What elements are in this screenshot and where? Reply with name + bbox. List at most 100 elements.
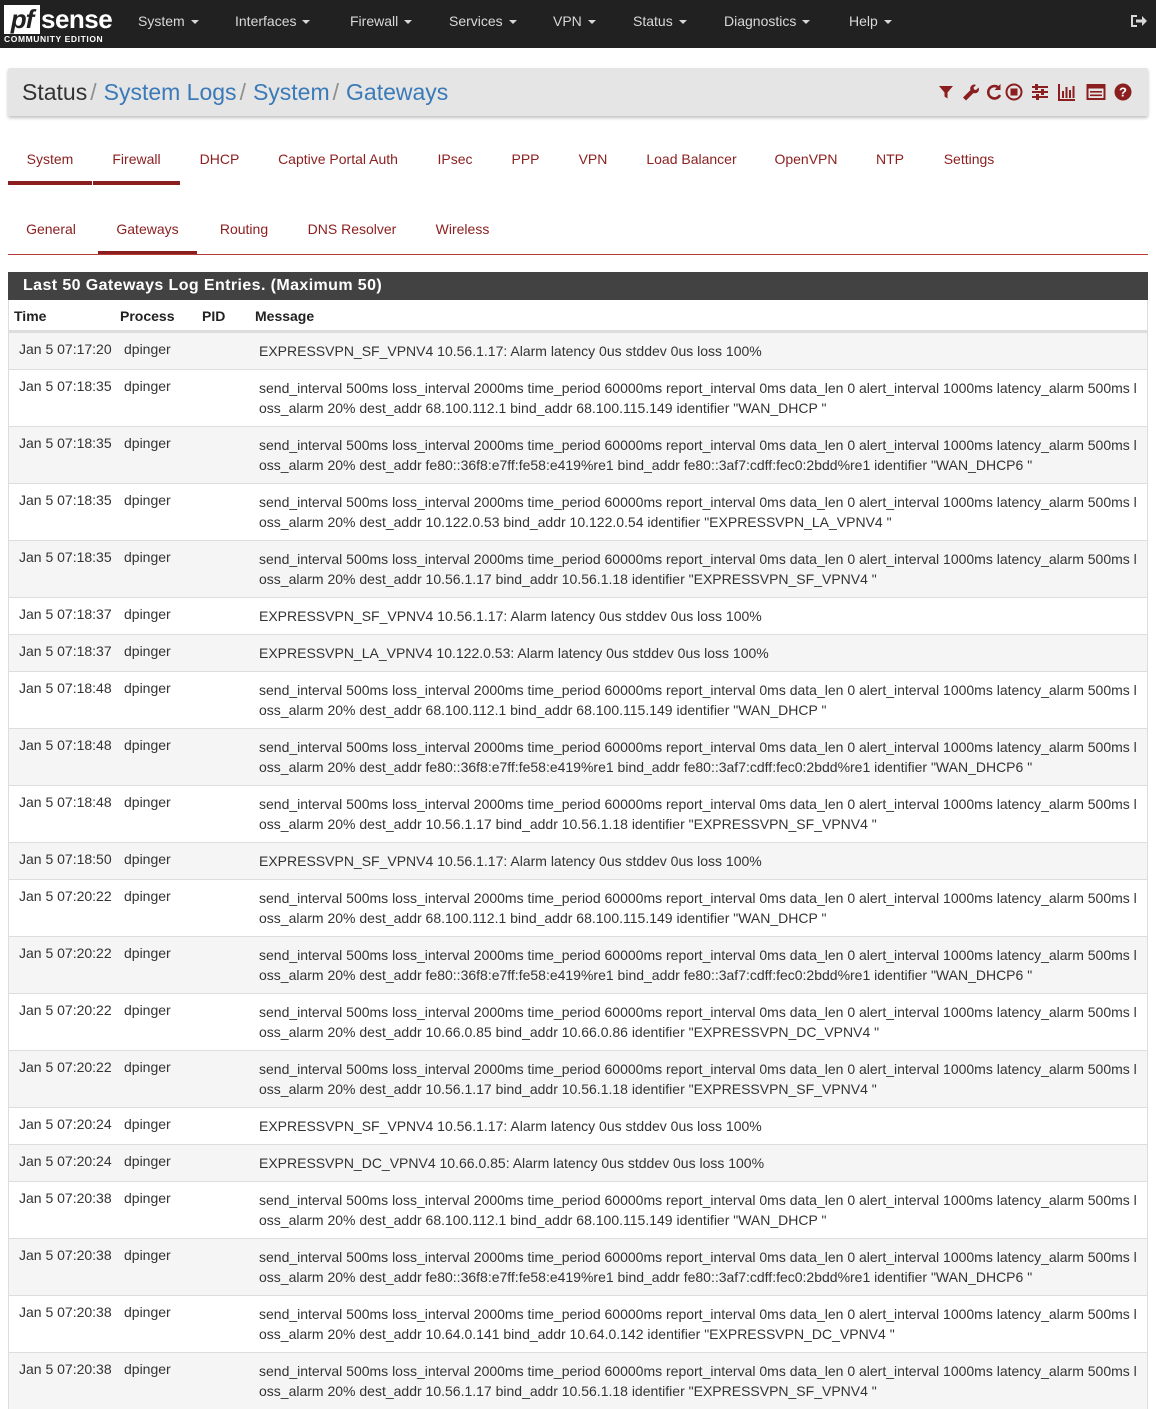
column-header-message[interactable]: Message [255, 308, 314, 324]
caret-down-icon [587, 20, 596, 25]
log-message: EXPRESSVPN_SF_VPNV4 10.56.1.17: Alarm la… [259, 853, 762, 869]
log-process: dpinger [124, 1361, 171, 1377]
breadcrumb-status: Status [22, 79, 88, 105]
log-time: Jan 5 07:20:24 [19, 1153, 112, 1169]
table-row: Jan 5 07:20:22 dpinger send_interval 500ms… [9, 1050, 1147, 1107]
wrench-icon[interactable] [960, 82, 980, 102]
table-row: Jan 5 07:18:35 dpinger send_interval 500ms… [9, 540, 1147, 597]
log-time: Jan 5 07:20:22 [19, 888, 112, 904]
tab-ppp[interactable]: PPP [493, 146, 558, 167]
log-message: EXPRESSVPN_DC_VPNV4 10.66.0.85: Alarm la… [259, 1155, 765, 1171]
tab-captive-portal-auth[interactable]: Captive Portal Auth [259, 146, 417, 167]
column-header-process[interactable]: Process [120, 308, 174, 324]
table-row: Jan 5 07:18:35 dpinger send_interval 500ms… [9, 426, 1147, 483]
logo-sense: sense [41, 4, 113, 34]
nav-menu-label: Services [449, 13, 503, 29]
log-time: Jan 5 07:17:20 [19, 341, 112, 357]
stop-icon[interactable] [1004, 82, 1024, 102]
tab-gateways[interactable]: Gateways [98, 216, 197, 255]
filter-icon[interactable] [936, 82, 956, 102]
table-row: Jan 5 07:18:37 dpinger EXPRESSVPN_LA_VPNV4… [9, 634, 1147, 671]
tab-openvpn[interactable]: OpenVPN [755, 146, 857, 167]
log-time: Jan 5 07:20:38 [19, 1247, 112, 1263]
help-icon[interactable]: ? [1113, 82, 1133, 102]
top-navbar: pf sense COMMUNITY EDITION System Interf… [0, 0, 1156, 48]
nav-menu-label: Firewall [350, 13, 399, 29]
log-process: dpinger [124, 341, 171, 357]
log-time: Jan 5 07:18:35 [19, 435, 112, 451]
nav-menu-system[interactable]: System [138, 0, 199, 48]
log-message: send_interval 500ms loss_interval 2000ms… [259, 739, 1137, 775]
column-header-time[interactable]: Time [14, 308, 46, 324]
header-actions: ? [936, 82, 1136, 102]
log-process: dpinger [124, 1002, 171, 1018]
log-process: dpinger [124, 1153, 171, 1169]
nav-menu-label: Help [849, 13, 878, 29]
log-process: dpinger [124, 1116, 171, 1132]
bar-chart-icon[interactable] [1057, 82, 1077, 102]
log-time: Jan 5 07:20:22 [19, 945, 112, 961]
nav-menu-label: Status [633, 13, 673, 29]
table-row: Jan 5 07:18:50 dpinger EXPRESSVPN_SF_VPNV4… [9, 842, 1147, 879]
tab-dhcp[interactable]: DHCP [180, 146, 259, 167]
nav-menu-firewall[interactable]: Firewall [350, 0, 413, 48]
tab-ipsec[interactable]: IPsec [417, 146, 493, 167]
log-time: Jan 5 07:20:22 [19, 1002, 112, 1018]
log-time: Jan 5 07:18:37 [19, 643, 112, 659]
tab-firewall[interactable]: Firewall [93, 146, 180, 185]
breadcrumb-system-logs[interactable]: System Logs [104, 79, 237, 105]
nav-menu-status[interactable]: Status [633, 0, 687, 48]
log-time: Jan 5 07:18:50 [19, 851, 112, 867]
tab-general[interactable]: General [8, 216, 94, 237]
log-message: send_interval 500ms loss_interval 2000ms… [259, 682, 1137, 718]
table-header: Time Process PID Message [9, 300, 1147, 332]
table-row: Jan 5 07:20:38 dpinger send_interval 500ms… [9, 1352, 1147, 1409]
caret-down-icon [302, 20, 311, 25]
breadcrumb-gateways[interactable]: Gateways [346, 79, 448, 105]
log-message: EXPRESSVPN_SF_VPNV4 10.56.1.17: Alarm la… [259, 1118, 762, 1134]
breadcrumb-system[interactable]: System [253, 79, 330, 105]
log-process: dpinger [124, 1059, 171, 1075]
page-header: Status / System Logs / System / Gateways ? [8, 68, 1148, 116]
sign-out-icon[interactable] [1130, 13, 1148, 29]
breadcrumb-separator: / [90, 79, 97, 105]
tab-dns-resolver[interactable]: DNS Resolver [291, 216, 413, 237]
tab-vpn[interactable]: VPN [558, 146, 628, 167]
table-row: Jan 5 07:18:35 dpinger send_interval 500ms… [9, 369, 1147, 426]
nav-menu-diagnostics[interactable]: Diagnostics [724, 0, 811, 48]
log-message: send_interval 500ms loss_interval 2000ms… [259, 1192, 1137, 1228]
log-message: send_interval 500ms loss_interval 2000ms… [259, 551, 1137, 587]
tab-ntp[interactable]: NTP [857, 146, 923, 167]
tab-load-balancer[interactable]: Load Balancer [628, 146, 755, 167]
nav-menu-label: System [138, 13, 185, 29]
log-message: send_interval 500ms loss_interval 2000ms… [259, 380, 1137, 416]
tab-system[interactable]: System [8, 146, 92, 185]
nav-menu-help[interactable]: Help [849, 0, 892, 48]
nav-menu-services[interactable]: Services [449, 0, 517, 48]
nav-menu-vpn[interactable]: VPN [553, 0, 596, 48]
log-time: Jan 5 07:18:37 [19, 606, 112, 622]
sliders-icon[interactable] [1030, 82, 1050, 102]
log-process: dpinger [124, 643, 171, 659]
refresh-icon[interactable] [984, 82, 1004, 102]
tab-routing[interactable]: Routing [197, 216, 291, 237]
log-time: Jan 5 07:20:38 [19, 1361, 112, 1377]
table-row: Jan 5 07:20:38 dpinger send_interval 500ms… [9, 1238, 1147, 1295]
nav-menu-interfaces[interactable]: Interfaces [235, 0, 311, 48]
tab-wireless[interactable]: Wireless [413, 216, 512, 237]
table-row: Jan 5 07:18:48 dpinger send_interval 500ms… [9, 785, 1147, 842]
table-row: Jan 5 07:17:20 dpinger EXPRESSVPN_SF_VPNV4… [9, 332, 1147, 369]
column-header-pid[interactable]: PID [202, 308, 225, 324]
log-time: Jan 5 07:18:48 [19, 794, 112, 810]
log-message: send_interval 500ms loss_interval 2000ms… [259, 1061, 1137, 1097]
table-row: Jan 5 07:20:24 dpinger EXPRESSVPN_SF_VPNV4… [9, 1107, 1147, 1144]
log-process: dpinger [124, 435, 171, 451]
log-process: dpinger [124, 794, 171, 810]
tab-settings[interactable]: Settings [923, 146, 1015, 167]
log-process: dpinger [124, 492, 171, 508]
table-icon[interactable] [1086, 82, 1106, 102]
log-process: dpinger [124, 1190, 171, 1206]
caret-down-icon [404, 20, 413, 25]
table-body: Jan 5 07:17:20 dpinger EXPRESSVPN_SF_VPNV4… [9, 332, 1147, 1409]
pfsense-logo[interactable]: pf sense COMMUNITY EDITION [4, 5, 113, 44]
